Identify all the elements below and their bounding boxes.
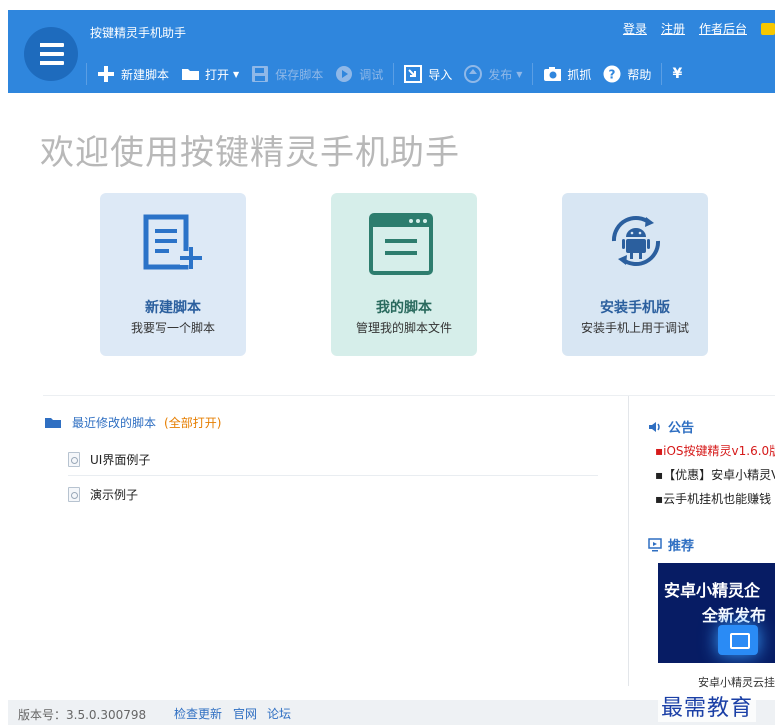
new-script-card[interactable]: 新建脚本 我要写一个脚本 [100,193,246,356]
dropdown-arrow-icon: ▼ [233,69,240,79]
publish-label: 发布 [488,67,513,82]
android-sync-icon [611,215,661,267]
toolbar: 新建脚本 打开 ▼ 保存脚本 调试 导入 发布 ▼ 抓抓 ? 帮助 ¥ [86,62,694,86]
monitor-icon [648,537,662,551]
welcome-title: 欢迎使用按键精灵手机助手 [40,133,460,173]
register-link[interactable]: 注册 [661,20,685,37]
official-site-link[interactable]: 官网 [233,705,257,722]
capture-label: 抓抓 [567,67,592,82]
recent-scripts-label: 最近修改的脚本 [72,416,157,430]
new-script-button[interactable]: 新建脚本 [97,65,169,83]
new-script-label: 新建脚本 [121,67,170,82]
yen-icon: ¥ [672,66,683,82]
install-mobile-card-subtitle: 安装手机上用于调试 [580,321,689,335]
open-label: 打开 [205,67,230,82]
login-link[interactable]: 登录 [623,20,647,37]
author-backend-link[interactable]: 作者后台 [699,20,747,37]
app-window: 按键精灵手机助手 登录 注册 作者后台 新建脚本 打开 ▼ 保存脚本 调试 导入… [8,10,775,725]
save-icon [251,65,269,83]
recent-scripts-header: 最近修改的脚本 (全部打开) [44,414,221,431]
watermark: 最需教育 [658,690,757,722]
my-scripts-card-subtitle: 管理我的脚本文件 [355,321,452,335]
toolbar-divider [393,63,395,85]
panel-divider [628,396,629,686]
dropdown-arrow-icon: ▼ [516,69,523,79]
section-divider [43,395,775,396]
new-script-card-subtitle: 我要写一个脚本 [130,321,215,335]
install-mobile-card-title: 安装手机版 [600,300,670,316]
import-icon [404,65,423,83]
help-icon: ? [603,65,621,83]
install-mobile-card[interactable]: 安装手机版 安装手机上用于调试 [562,193,708,356]
app-title: 按键精灵手机助手 [90,26,187,40]
list-item[interactable]: 演示例子 [68,486,138,503]
folder-open-icon [181,65,200,83]
list-item[interactable]: UI界面例子 [68,451,150,468]
recommend-header: 推荐 [648,535,694,554]
publish-icon [464,65,483,83]
debug-button[interactable]: 调试 [335,65,383,83]
my-scripts-card[interactable]: 我的脚本 管理我的脚本文件 [331,193,477,356]
cloud-device-icon [718,625,758,655]
script-window-icon [369,213,433,275]
capture-button[interactable]: 抓抓 [543,65,591,83]
plus-icon [97,65,115,83]
toolbar-divider [86,63,87,85]
header-bar: 按键精灵手机助手 登录 注册 作者后台 新建脚本 打开 ▼ 保存脚本 调试 导入… [8,10,775,93]
check-update-link[interactable]: 检查更新 [174,705,222,722]
announcement-item[interactable]: ▪【优惠】安卓小精灵V [655,466,775,483]
script-file-icon [68,452,80,467]
top-links: 登录 注册 作者后台 [623,20,775,37]
new-script-card-title: 新建脚本 [145,300,201,316]
camera-icon [543,65,562,83]
svg-text:?: ? [609,68,616,82]
list-divider [68,475,598,476]
announcement-header: 公告 [648,417,694,436]
menu-logo-icon[interactable] [24,27,78,81]
script-name: 演示例子 [90,488,139,502]
folder-icon [45,418,61,428]
import-label: 导入 [428,67,453,82]
script-file-icon [68,487,80,502]
debug-label: 调试 [359,67,384,82]
recommend-title: 推荐 [668,539,695,554]
speaker-icon [649,421,660,432]
save-script-button[interactable]: 保存脚本 [251,65,323,83]
save-script-label: 保存脚本 [275,67,324,82]
promo-banner[interactable]: 安卓小精灵企 全新发布 [658,563,775,663]
new-script-icon [143,214,202,270]
promo-headline: 安卓小精灵企 [664,581,761,600]
yen-button[interactable]: ¥ [672,66,682,82]
announcement-item[interactable]: ▪云手机挂机也能赚钱 [655,490,771,507]
announcement-title: 公告 [668,421,695,436]
promo-subline: 全新发布 [702,606,767,625]
toolbar-divider [661,63,663,85]
publish-button[interactable]: 发布 ▼ [464,65,522,83]
announcement-item[interactable]: ▪iOS按键精灵v1.6.0版 [655,442,775,459]
my-scripts-card-title: 我的脚本 [376,300,432,316]
open-button[interactable]: 打开 ▼ [181,65,239,83]
gift-icon[interactable] [761,23,775,35]
toolbar-divider [532,63,534,85]
help-label: 帮助 [627,67,652,82]
forum-link[interactable]: 论坛 [267,705,291,722]
version-label: 版本号：3.5.0.300798 [18,708,147,722]
open-all-link[interactable]: (全部打开) [164,414,221,431]
help-button[interactable]: ? 帮助 [603,65,651,83]
import-button[interactable]: 导入 [404,65,452,83]
play-icon [335,65,353,83]
promo-caption[interactable]: 安卓小精灵云挂 [698,674,775,690]
script-name: UI界面例子 [90,453,151,467]
